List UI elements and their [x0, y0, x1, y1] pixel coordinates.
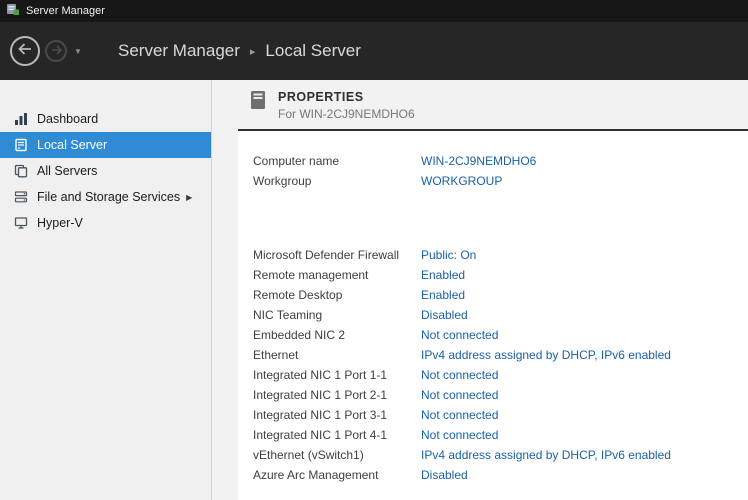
- sidebar-item-file-and-storage-services[interactable]: File and Storage Services ▶: [0, 184, 211, 210]
- property-row-integrated-nic-1-port-3-1: Integrated NIC 1 Port 3-1Not connected: [253, 405, 748, 425]
- property-label: Ethernet: [253, 345, 421, 365]
- sidebar-item-hyper-v[interactable]: Hyper-V: [0, 210, 211, 236]
- property-row-azure-arc-management: Azure Arc ManagementDisabled: [253, 465, 748, 485]
- titlebar: Server Manager: [0, 0, 748, 22]
- property-row-remote-management: Remote managementEnabled: [253, 265, 748, 285]
- property-group: Computer nameWIN-2CJ9NEMDHO6WorkgroupWOR…: [253, 151, 748, 191]
- property-value-link[interactable]: Not connected: [421, 325, 498, 345]
- back-arrow-icon: [18, 42, 32, 60]
- property-label: NIC Teaming: [253, 305, 421, 325]
- property-row-computer-name: Computer nameWIN-2CJ9NEMDHO6: [253, 151, 748, 171]
- property-label: Workgroup: [253, 171, 421, 191]
- property-row-ethernet: EthernetIPv4 address assigned by DHCP, I…: [253, 345, 748, 365]
- sidebar-item-local-server[interactable]: Local Server: [0, 132, 211, 158]
- property-value-link[interactable]: Not connected: [421, 385, 498, 405]
- breadcrumb: Server Manager ▸ Local Server: [118, 41, 361, 61]
- property-label: Integrated NIC 1 Port 3-1: [253, 405, 421, 425]
- property-value-link[interactable]: WORKGROUP: [421, 171, 502, 191]
- nav-history-dropdown-icon[interactable]: ▼: [72, 47, 82, 56]
- navigation-header: ▼ Server Manager ▸ Local Server: [0, 22, 748, 80]
- server-manager-window: Server Manager ▼ Server Manager: [0, 0, 748, 500]
- property-value-link[interactable]: Not connected: [421, 425, 498, 445]
- property-row-integrated-nic-1-port-2-1: Integrated NIC 1 Port 2-1Not connected: [253, 385, 748, 405]
- property-row-remote-desktop: Remote DesktopEnabled: [253, 285, 748, 305]
- properties-panel: Computer nameWIN-2CJ9NEMDHO6WorkgroupWOR…: [238, 129, 748, 500]
- sidebar-item-label: Hyper-V: [37, 216, 83, 230]
- window-title: Server Manager: [26, 5, 105, 17]
- property-value-link[interactable]: WIN-2CJ9NEMDHO6: [421, 151, 536, 171]
- nav-buttons: ▼: [0, 36, 118, 66]
- main-pane: PROPERTIES For WIN-2CJ9NEMDHO6 Computer …: [212, 80, 748, 500]
- property-label: vEthernet (vSwitch1): [253, 445, 421, 465]
- breadcrumb-separator-icon: ▸: [250, 45, 256, 58]
- property-value-link[interactable]: Disabled: [421, 465, 468, 485]
- breadcrumb-server-manager[interactable]: Server Manager: [118, 41, 240, 61]
- properties-title: PROPERTIES: [278, 90, 415, 104]
- properties-subtitle: For WIN-2CJ9NEMDHO6: [278, 107, 415, 121]
- forward-button[interactable]: [45, 40, 67, 62]
- property-group: Microsoft Defender FirewallPublic: OnRem…: [253, 245, 748, 485]
- back-button[interactable]: [10, 36, 40, 66]
- property-value-link[interactable]: Enabled: [421, 265, 465, 285]
- property-row-microsoft-defender-firewall: Microsoft Defender FirewallPublic: On: [253, 245, 748, 265]
- properties-heading-text: PROPERTIES For WIN-2CJ9NEMDHO6: [278, 90, 415, 121]
- property-row-workgroup: WorkgroupWORKGROUP: [253, 171, 748, 191]
- property-value-link[interactable]: IPv4 address assigned by DHCP, IPv6 enab…: [421, 445, 671, 465]
- property-value-link[interactable]: Disabled: [421, 305, 468, 325]
- property-value-link[interactable]: Not connected: [421, 365, 498, 385]
- property-row-integrated-nic-1-port-4-1: Integrated NIC 1 Port 4-1Not connected: [253, 425, 748, 445]
- sidebar-item-all-servers[interactable]: All Servers: [0, 158, 211, 184]
- sidebar-item-dashboard[interactable]: Dashboard: [0, 106, 211, 132]
- property-label: Integrated NIC 1 Port 1-1: [253, 365, 421, 385]
- sidebar-item-label: Local Server: [37, 138, 107, 152]
- chevron-right-icon: ▶: [186, 193, 192, 202]
- breadcrumb-local-server: Local Server: [265, 41, 360, 61]
- property-row-vethernet-vswitch1: vEthernet (vSwitch1)IPv4 address assigne…: [253, 445, 748, 465]
- property-label: Computer name: [253, 151, 421, 171]
- all-servers-icon: [13, 163, 29, 179]
- property-label: Integrated NIC 1 Port 2-1: [253, 385, 421, 405]
- property-value-link[interactable]: Enabled: [421, 285, 465, 305]
- property-row-nic-teaming: NIC TeamingDisabled: [253, 305, 748, 325]
- sidebar: Dashboard Local Server All Servers File and…: [0, 80, 212, 500]
- property-label: Remote management: [253, 265, 421, 285]
- forward-arrow-icon: [51, 42, 62, 60]
- property-label: Azure Arc Management: [253, 465, 421, 485]
- file-storage-icon: [13, 189, 29, 205]
- property-label: Remote Desktop: [253, 285, 421, 305]
- server-manager-app-icon: [6, 2, 20, 21]
- hyperv-icon: [13, 215, 29, 231]
- sidebar-item-label: Dashboard: [37, 112, 98, 126]
- property-row-integrated-nic-1-port-1-1: Integrated NIC 1 Port 1-1Not connected: [253, 365, 748, 385]
- property-value-link[interactable]: Not connected: [421, 405, 498, 425]
- property-label: Embedded NIC 2: [253, 325, 421, 345]
- local-server-icon: [13, 137, 29, 153]
- sidebar-item-label: All Servers: [37, 164, 97, 178]
- content-area: Dashboard Local Server All Servers File and…: [0, 80, 748, 500]
- dashboard-icon: [13, 111, 29, 127]
- properties-header: PROPERTIES For WIN-2CJ9NEMDHO6: [238, 80, 748, 129]
- property-value-link[interactable]: IPv4 address assigned by DHCP, IPv6 enab…: [421, 345, 671, 365]
- property-label: Microsoft Defender Firewall: [253, 245, 421, 265]
- property-row-embedded-nic-2: Embedded NIC 2Not connected: [253, 325, 748, 345]
- sidebar-item-label: File and Storage Services: [37, 190, 180, 204]
- properties-tile-icon: [248, 90, 268, 117]
- property-value-link[interactable]: Public: On: [421, 245, 476, 265]
- property-label: Integrated NIC 1 Port 4-1: [253, 425, 421, 445]
